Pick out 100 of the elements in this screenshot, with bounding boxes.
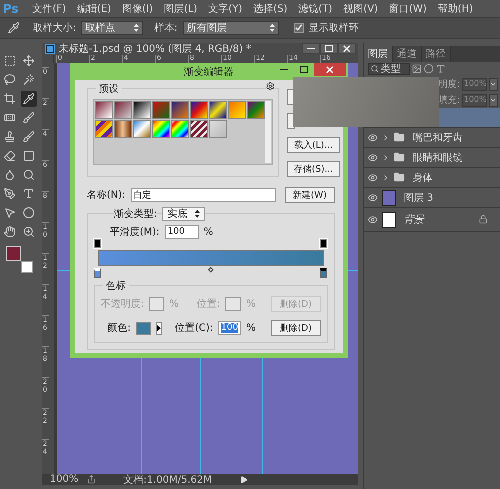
menu-item[interactable]: 视图(V) bbox=[344, 2, 378, 16]
lasso-tool-icon[interactable] bbox=[2, 72, 18, 88]
background-color-swatch[interactable] bbox=[21, 261, 33, 273]
gradient-preset[interactable] bbox=[209, 101, 227, 119]
opacity-field[interactable] bbox=[149, 297, 164, 311]
gradient-preset[interactable] bbox=[171, 120, 189, 138]
search-icon bbox=[371, 65, 379, 73]
opacity-stop[interactable] bbox=[320, 239, 327, 248]
midpoint-icon[interactable] bbox=[208, 267, 214, 273]
opacity-label: 明度: bbox=[438, 78, 460, 90]
close-icon bbox=[343, 44, 351, 52]
menu-item[interactable]: 图像(I) bbox=[122, 2, 154, 16]
menu-item[interactable]: 图层(L) bbox=[164, 2, 198, 16]
gradient-preset[interactable] bbox=[190, 120, 208, 138]
folder-icon bbox=[394, 132, 405, 143]
checkbox[interactable] bbox=[294, 23, 304, 33]
stops-label: 色标 bbox=[103, 279, 129, 293]
share-icon[interactable] bbox=[86, 475, 96, 484]
eyedropper-icon[interactable] bbox=[20, 91, 36, 107]
position-label: 位置: bbox=[196, 298, 220, 311]
percent-label: % bbox=[169, 298, 179, 310]
ellipse-tool-icon[interactable] bbox=[20, 205, 36, 221]
percent-label: % bbox=[204, 226, 214, 238]
layer-name: 图层 3 bbox=[404, 192, 434, 204]
eye-icon[interactable] bbox=[368, 172, 378, 182]
image-icon[interactable] bbox=[412, 64, 422, 74]
name-label: 名称(N): bbox=[87, 189, 126, 202]
foreground-color-swatch[interactable] bbox=[6, 246, 21, 261]
position-field[interactable]: 100 bbox=[218, 321, 242, 335]
document-title: 未标题-1.psd @ 100% (图层 4, RGB/8) * bbox=[59, 42, 252, 55]
eyedropper-icon[interactable] bbox=[8, 22, 20, 34]
color-swatch[interactable] bbox=[136, 322, 151, 334]
crop-tool-icon[interactable] bbox=[2, 91, 18, 107]
panel-tab[interactable]: 路径 bbox=[422, 46, 451, 62]
menu-item[interactable]: 滤镜(T) bbox=[298, 2, 333, 16]
menu-item[interactable]: 帮助(H) bbox=[438, 2, 474, 16]
expand-icon[interactable] bbox=[382, 174, 390, 182]
zoom-level[interactable]: 100% bbox=[50, 474, 79, 485]
settings-icon[interactable] bbox=[266, 82, 275, 91]
gradient-preset[interactable] bbox=[95, 120, 113, 138]
new-button[interactable]: 新建(W) bbox=[285, 187, 335, 203]
caret-icon bbox=[490, 96, 497, 104]
gradient-type-select[interactable]: 实底 bbox=[162, 207, 206, 221]
stop-property-label: 不透明度: bbox=[101, 298, 144, 311]
hand-tool-icon[interactable] bbox=[2, 224, 18, 240]
layer-name: 身体 bbox=[413, 172, 433, 184]
menu-item[interactable]: 编辑(E) bbox=[77, 2, 112, 16]
opacity-stop[interactable] bbox=[94, 239, 101, 248]
document-tab[interactable]: 未标题-1.psd @ 100% (图层 4, RGB/8) * bbox=[42, 43, 358, 55]
gradient-preset[interactable] bbox=[95, 101, 113, 119]
gradient-preset[interactable] bbox=[152, 120, 170, 138]
panel-tab[interactable]: 通道 bbox=[393, 46, 422, 62]
expand-icon[interactable] bbox=[382, 154, 390, 162]
name-field[interactable]: 自定 bbox=[130, 188, 276, 202]
sample-size-select[interactable]: 取样点 bbox=[81, 21, 144, 35]
smoothness-field[interactable]: 100 bbox=[164, 225, 199, 239]
expand-icon[interactable] bbox=[382, 134, 390, 142]
caret-icon bbox=[490, 80, 497, 88]
dropdown-button[interactable] bbox=[489, 78, 498, 90]
panel-tab[interactable]: 图层 bbox=[364, 46, 393, 62]
smoothness-label: 平滑度(M): bbox=[110, 226, 160, 239]
move-tool-icon[interactable] bbox=[20, 53, 36, 69]
layer-row[interactable]: 图层 3 bbox=[364, 188, 500, 208]
dialog-title: 渐变编辑器 bbox=[184, 66, 234, 78]
gradient-type-label: 渐变类型: bbox=[114, 207, 158, 221]
close-button[interactable] bbox=[338, 43, 356, 54]
menu-item[interactable]: 窗口(W) bbox=[389, 2, 427, 16]
eraser-icon[interactable] bbox=[2, 148, 18, 164]
scrollbar[interactable] bbox=[265, 101, 271, 163]
color-stop[interactable] bbox=[320, 268, 327, 278]
maximize-icon bbox=[300, 66, 308, 73]
eye-icon[interactable] bbox=[368, 152, 378, 162]
brush-icon[interactable] bbox=[20, 110, 36, 126]
close-button[interactable] bbox=[314, 63, 346, 76]
menu-item[interactable]: 文字(Y) bbox=[208, 2, 242, 16]
brush-icon[interactable] bbox=[20, 129, 36, 145]
save-button[interactable]: 存储(S)... bbox=[287, 161, 340, 177]
layer-name: 背景 bbox=[404, 214, 424, 226]
maximize-button[interactable] bbox=[320, 43, 338, 54]
presets-label: 预设 bbox=[96, 82, 122, 96]
minimize-button[interactable] bbox=[302, 43, 320, 54]
delete-button[interactable]: 删除(D) bbox=[271, 320, 321, 336]
folder-icon bbox=[394, 172, 405, 183]
eye-icon[interactable] bbox=[368, 192, 378, 202]
percent-label: % bbox=[246, 298, 256, 310]
gradient-preset[interactable] bbox=[190, 101, 208, 119]
gradient-preset[interactable] bbox=[133, 101, 151, 119]
play-icon[interactable] bbox=[156, 322, 162, 334]
menu-item[interactable]: 选择(S) bbox=[253, 2, 288, 16]
document-info: 文档:1.00M/5.62M bbox=[124, 474, 212, 486]
menu-item[interactable]: 文件(F) bbox=[32, 2, 66, 16]
eye-icon[interactable] bbox=[368, 214, 378, 224]
pen-tool-icon[interactable] bbox=[2, 186, 18, 202]
load-button[interactable]: 载入(L)... bbox=[287, 137, 340, 153]
sample-select[interactable]: 所有图层 bbox=[182, 21, 279, 35]
eye-icon[interactable] bbox=[368, 132, 378, 142]
type-icon[interactable] bbox=[436, 64, 446, 74]
circle-icon[interactable] bbox=[424, 64, 434, 74]
dropdown-button[interactable] bbox=[489, 94, 498, 106]
filter-select[interactable]: 类型 bbox=[368, 63, 410, 75]
